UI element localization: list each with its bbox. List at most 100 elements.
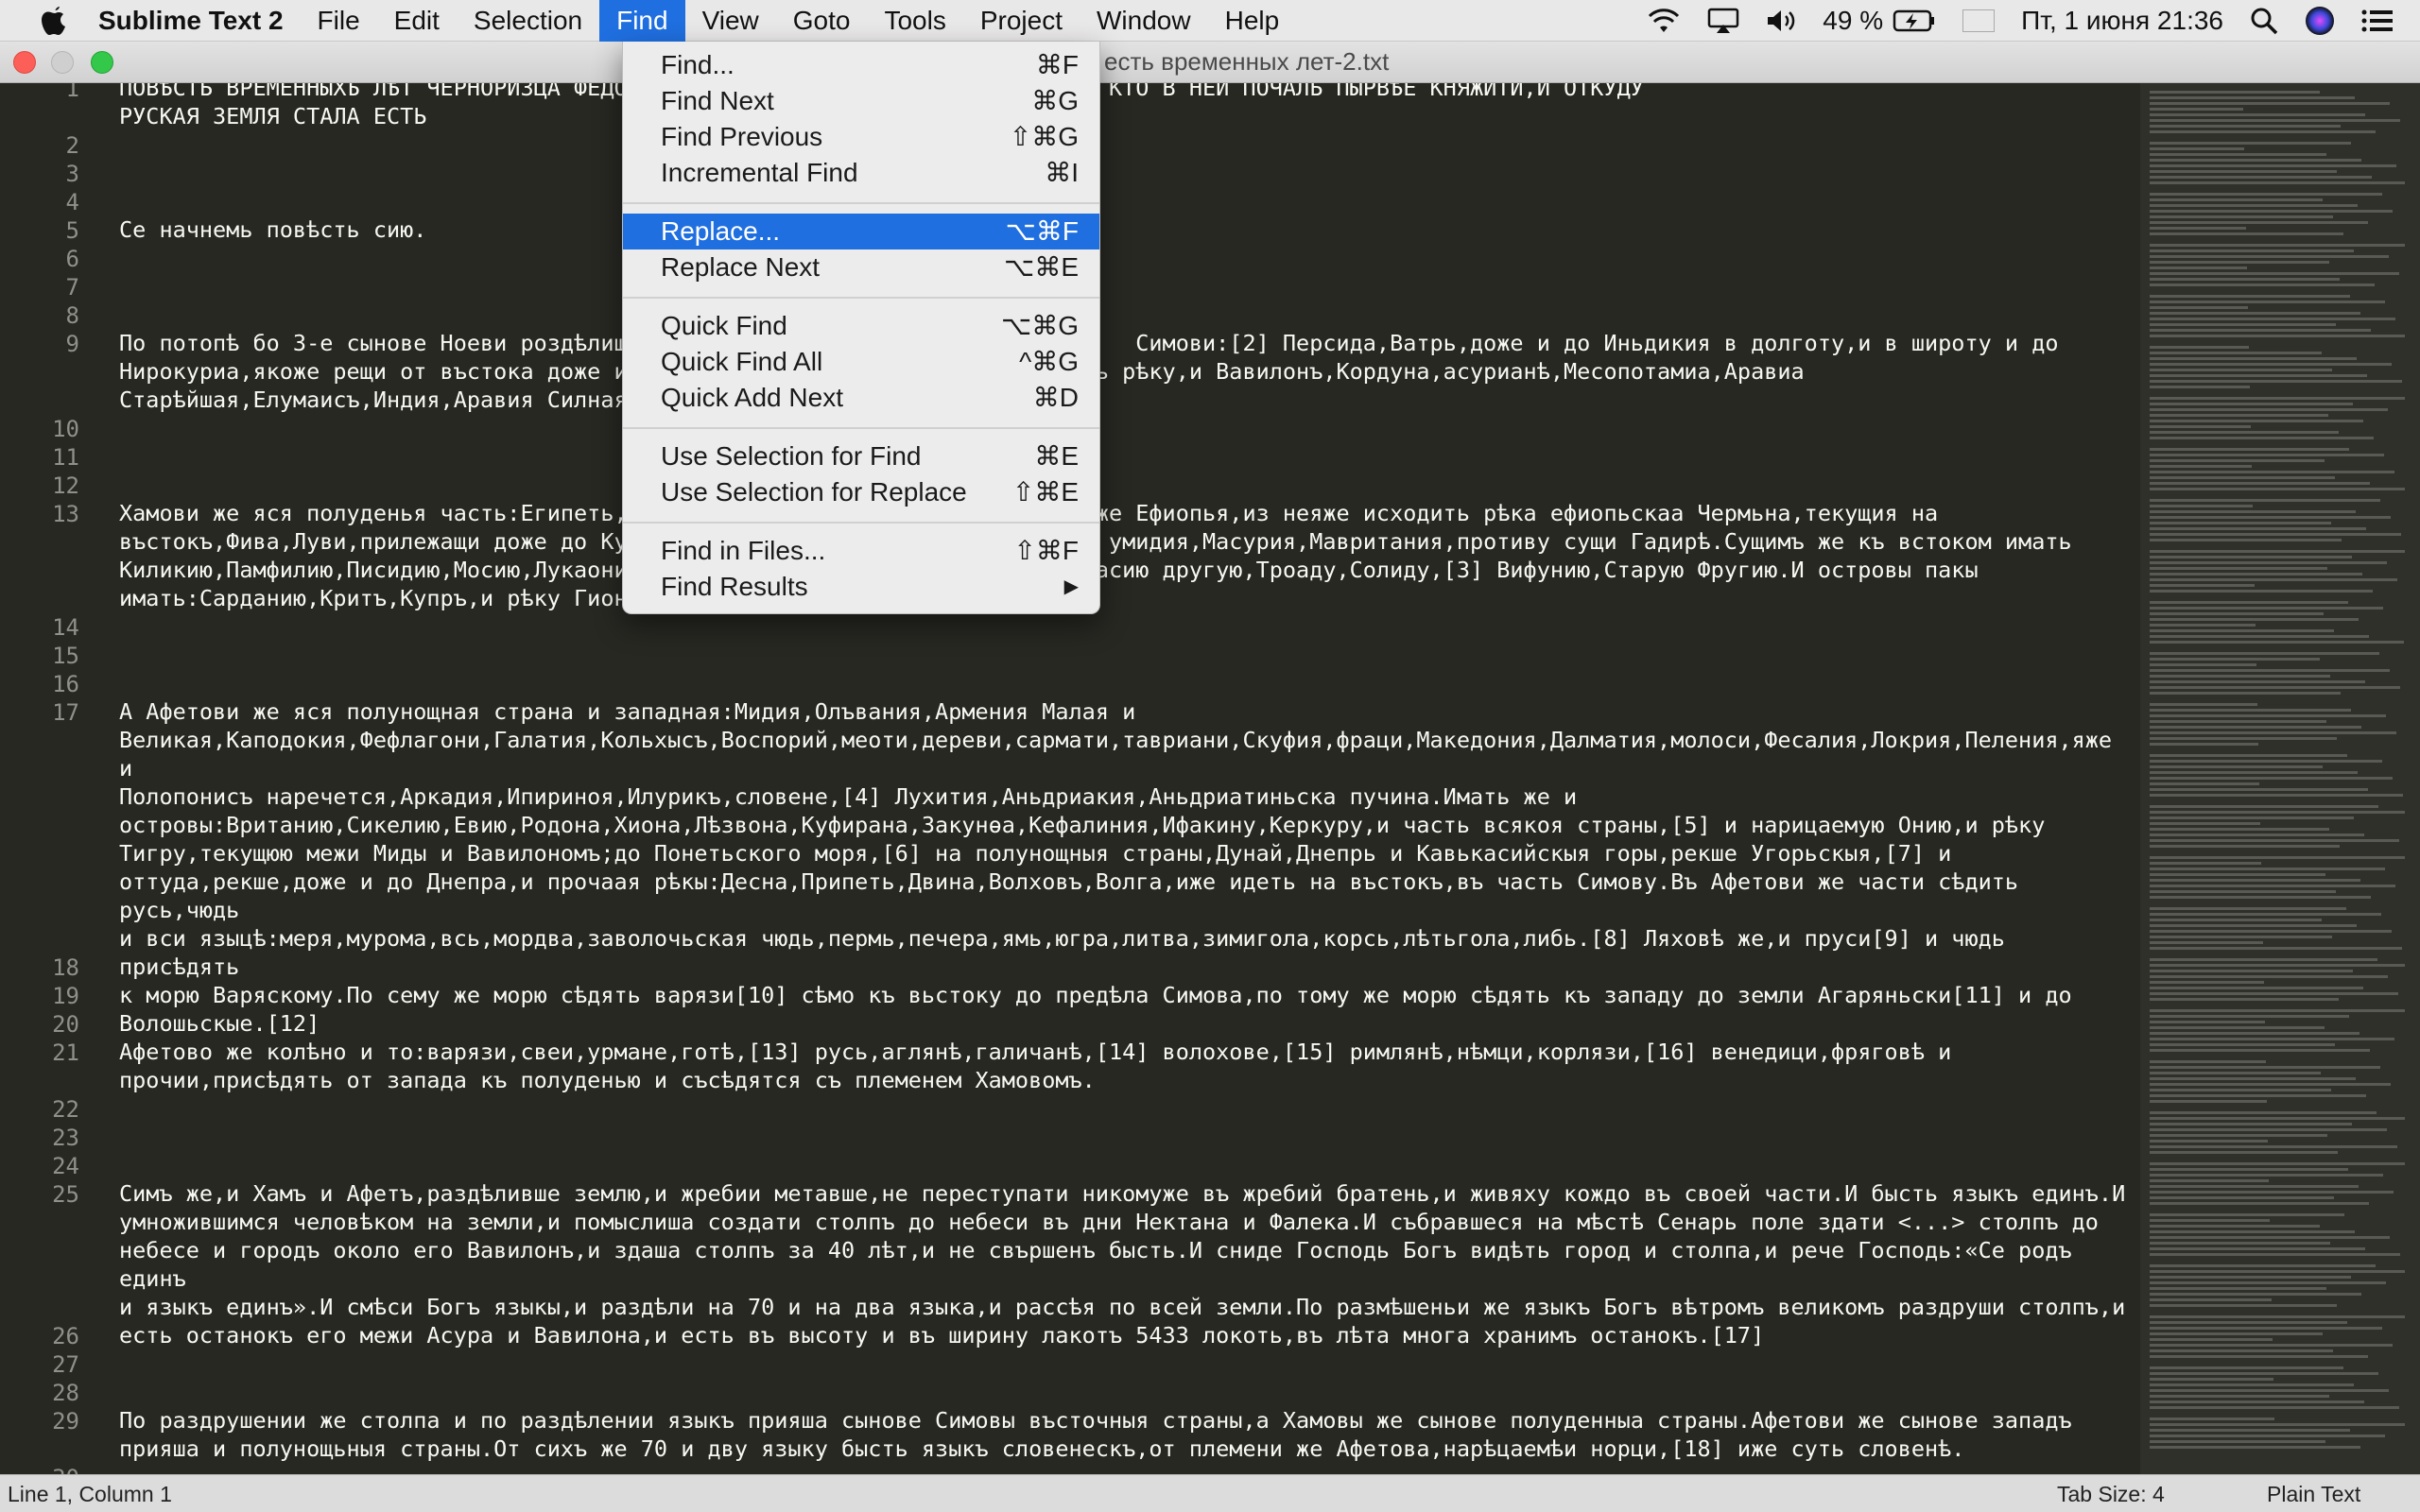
minimap-text-row bbox=[2150, 102, 2390, 105]
menu-item-find-previous[interactable]: Find Previous ⇧⌘G bbox=[623, 119, 1099, 155]
menu-edit[interactable]: Edit bbox=[377, 0, 457, 42]
menu-item-incremental-find[interactable]: Incremental Find ⌘I bbox=[623, 155, 1099, 191]
menu-item-replace[interactable]: Replace... ⌥⌘F bbox=[623, 214, 1099, 249]
minimap-text-row bbox=[2150, 499, 2380, 502]
minimap-text-row bbox=[2150, 96, 2355, 99]
menu-item-use-selection-for-replace[interactable]: Use Selection for Replace ⇧⌘E bbox=[623, 474, 1099, 510]
line-text[interactable]: Хамови же яся полуденья часть:Египеть, ж… bbox=[119, 499, 2133, 612]
minimap-text-row bbox=[2150, 516, 2391, 519]
input-source-flag-icon[interactable] bbox=[1962, 9, 1996, 32]
minimap-text-row bbox=[2150, 1378, 2273, 1381]
airplay-icon[interactable] bbox=[1707, 8, 1739, 34]
minimap-text-row bbox=[2150, 1418, 2274, 1420]
tab-size-selector[interactable]: Tab Size: 4 bbox=[2057, 1482, 2165, 1507]
minimap-text-row bbox=[2150, 720, 2326, 723]
volume-icon[interactable] bbox=[1766, 8, 1796, 34]
minimap-text-row bbox=[2150, 465, 2252, 468]
menu-file[interactable]: File bbox=[301, 0, 377, 42]
line-text[interactable]: По раздрушении же столпа и по раздѣлении… bbox=[119, 1406, 2133, 1463]
menu-item-replace-next[interactable]: Replace Next ⌥⌘E bbox=[623, 249, 1099, 285]
minimap-text-row bbox=[2150, 108, 2243, 111]
minimap-text-row bbox=[2150, 1332, 2323, 1335]
clock-text[interactable]: Пт, 1 июня 21:36 bbox=[2021, 6, 2223, 36]
spotlight-search-icon[interactable] bbox=[2250, 7, 2278, 35]
menu-item-use-selection-for-find[interactable]: Use Selection for Find ⌘E bbox=[623, 438, 1099, 474]
menu-window[interactable]: Window bbox=[1080, 0, 1208, 42]
line-text[interactable]: Се начнемь повѣсть сию. bbox=[119, 215, 2133, 244]
app-name-menu[interactable]: Sublime Text 2 bbox=[98, 6, 284, 36]
line-number: 4 bbox=[65, 189, 79, 215]
line-number: 28 bbox=[52, 1380, 79, 1406]
menu-item-quick-add-next[interactable]: Quick Add Next ⌘D bbox=[623, 380, 1099, 416]
menu-item-find-next[interactable]: Find Next ⌘G bbox=[623, 83, 1099, 119]
minimap-text-row bbox=[2150, 397, 2405, 400]
minimap-text-row bbox=[2150, 170, 2337, 173]
minimap-text-row bbox=[2150, 1429, 2350, 1432]
minimap-text-row bbox=[2150, 731, 2396, 734]
minimap[interactable] bbox=[2140, 83, 2420, 1474]
menu-item-find-in-files[interactable]: Find in Files... ⇧⌘F bbox=[623, 533, 1099, 569]
menu-item-quick-find-all[interactable]: Quick Find All ^⌘G bbox=[623, 344, 1099, 380]
minimap-text-row bbox=[2150, 1094, 2366, 1097]
minimap-text-row bbox=[2150, 1225, 2320, 1228]
apple-menu-icon[interactable] bbox=[34, 5, 76, 37]
minimap-text-row bbox=[2150, 244, 2405, 247]
siri-icon[interactable] bbox=[2305, 6, 2335, 36]
line-text[interactable]: Афетово же колѣно и то:варязи,свеи,урман… bbox=[119, 1038, 2133, 1094]
minimap-text-row bbox=[2150, 1168, 2348, 1171]
battery-icon[interactable] bbox=[1893, 9, 1936, 33]
line-text[interactable]: По потопѣ бо 3-е сынове Ноеви роздѣлиш С… bbox=[119, 329, 2133, 414]
notification-center-icon[interactable] bbox=[2361, 9, 2394, 33]
close-window-button[interactable] bbox=[13, 51, 36, 74]
zoom-window-button[interactable] bbox=[91, 51, 113, 74]
minimap-text-row bbox=[2150, 488, 2405, 490]
menu-selection[interactable]: Selection bbox=[457, 0, 599, 42]
minimap-text-row bbox=[2150, 743, 2258, 746]
line-number: 12 bbox=[52, 472, 79, 499]
minimap-text-row bbox=[2150, 284, 2375, 286]
minimap-text-row bbox=[2150, 1191, 2394, 1194]
line-text[interactable]: ПОВѢСТЬ ВРЕМЕННЫХЪ ЛѢТ ЧЕРНОРИЗЦА ФЕДО..… bbox=[119, 83, 2133, 130]
menu-separator bbox=[623, 297, 1099, 299]
menu-separator bbox=[623, 522, 1099, 524]
minimap-text-row bbox=[2150, 828, 2329, 831]
line-number: 20 bbox=[52, 1011, 79, 1038]
minimap-text-row bbox=[2150, 1009, 2405, 1012]
minimap-text-row bbox=[2150, 567, 2327, 570]
menu-tools[interactable]: Tools bbox=[867, 0, 962, 42]
minimap-text-row bbox=[2150, 1406, 2399, 1409]
minimap-text-row bbox=[2150, 533, 2401, 536]
minimap-text-row bbox=[2150, 1202, 2369, 1205]
menu-project[interactable]: Project bbox=[963, 0, 1080, 42]
minimap-text-row bbox=[2150, 369, 2332, 371]
minimap-text-row bbox=[2150, 1400, 2364, 1403]
menu-item-find[interactable]: Find... ⌘F bbox=[623, 47, 1099, 83]
syntax-selector[interactable]: Plain Text bbox=[2267, 1482, 2360, 1507]
line-number: 29 bbox=[52, 1408, 79, 1435]
minimap-text-row bbox=[2150, 1111, 2377, 1114]
minimap-text-row bbox=[2150, 573, 2362, 576]
minimap-text-row bbox=[2150, 992, 2398, 995]
wifi-icon[interactable] bbox=[1647, 8, 1681, 34]
minimap-text-row bbox=[2150, 147, 2244, 150]
minimap-text-row bbox=[2150, 981, 2264, 984]
line-text[interactable]: А Афетови же яся полунощная страна и зап… bbox=[119, 697, 2133, 1038]
minimap-text-row bbox=[2150, 833, 2364, 836]
minimap-text-row bbox=[2150, 318, 2395, 320]
menu-view[interactable]: View bbox=[685, 0, 776, 42]
minimap-text-row bbox=[2150, 1032, 2360, 1035]
menu-find[interactable]: Find bbox=[599, 0, 685, 42]
menu-help[interactable]: Help bbox=[1208, 0, 1297, 42]
line-text[interactable]: Симъ же,и Хамъ и Афетъ,раздѣливше землю,… bbox=[119, 1179, 2133, 1349]
minimize-window-button[interactable] bbox=[51, 51, 74, 74]
minimap-text-row bbox=[2150, 125, 2341, 128]
menu-item-find-results[interactable]: Find Results ▶ bbox=[623, 569, 1099, 605]
menu-item-quick-find[interactable]: Quick Find ⌥⌘G bbox=[623, 308, 1099, 344]
minimap-text-row bbox=[2150, 1049, 2370, 1052]
minimap-text-row bbox=[2150, 896, 2371, 899]
minimap-text-row bbox=[2150, 425, 2251, 428]
menu-goto[interactable]: Goto bbox=[776, 0, 868, 42]
minimap-text-row bbox=[2150, 193, 2382, 196]
minimap-text-row bbox=[2150, 1072, 2321, 1074]
minimap-text-row bbox=[2150, 987, 2363, 989]
